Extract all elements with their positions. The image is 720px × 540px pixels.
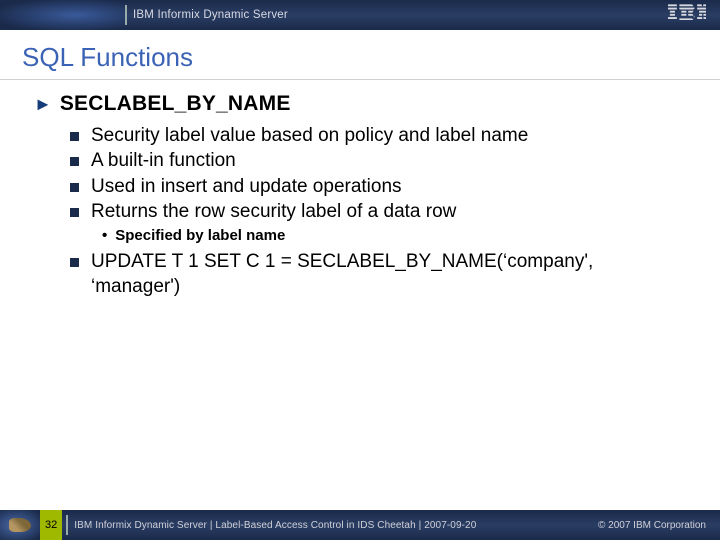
list-item: Specified by label name — [102, 227, 690, 244]
triangle-icon: ► — [34, 94, 52, 115]
footer-accent — [0, 510, 40, 540]
list-item: A built-in function — [70, 149, 690, 173]
bullet-list: UPDATE T 1 SET C 1 = SECLABEL_BY_NAME(‘c… — [70, 250, 690, 299]
list-item: Used in insert and update operations — [70, 175, 690, 199]
sub-bullet-list: Specified by label name — [102, 227, 690, 244]
header-divider — [125, 5, 127, 25]
footer-bar: 32 IBM Informix Dynamic Server | Label-B… — [0, 510, 720, 540]
bullet-list: Security label value based on policy and… — [70, 124, 690, 224]
code-example: UPDATE T 1 SET C 1 = SECLABEL_BY_NAME(‘c… — [91, 250, 611, 299]
square-icon — [70, 157, 79, 166]
bullet-text: Security label value based on policy and… — [91, 124, 528, 148]
slide: IBM Informix Dynamic Server SQL Function… — [0, 0, 720, 540]
ibm-logo-icon — [668, 4, 706, 25]
list-item: Security label value based on policy and… — [70, 124, 690, 148]
square-icon — [70, 183, 79, 192]
bullet-text: Used in insert and update operations — [91, 175, 402, 199]
square-icon — [70, 208, 79, 217]
square-icon — [70, 258, 79, 267]
header-product-name: IBM Informix Dynamic Server — [133, 9, 288, 21]
cheetah-icon — [9, 518, 31, 532]
section-heading: SECLABEL_BY_NAME — [60, 92, 291, 116]
copyright: © 2007 IBM Corporation — [598, 520, 706, 531]
header-bar: IBM Informix Dynamic Server — [0, 0, 720, 30]
footer-divider — [66, 515, 68, 535]
footer-text: IBM Informix Dynamic Server | Label-Base… — [74, 520, 476, 531]
list-item: UPDATE T 1 SET C 1 = SECLABEL_BY_NAME(‘c… — [70, 250, 690, 299]
square-icon — [70, 132, 79, 141]
list-item: Returns the row security label of a data… — [70, 200, 690, 224]
page-number: 32 — [40, 510, 62, 540]
sub-bullet-text: Specified by label name — [115, 227, 285, 244]
section-heading-row: ► SECLABEL_BY_NAME — [34, 92, 690, 116]
header-accent — [0, 0, 125, 30]
slide-title: SQL Functions — [0, 30, 720, 79]
bullet-text: A built-in function — [91, 149, 236, 173]
slide-content: ► SECLABEL_BY_NAME Security label value … — [0, 80, 720, 510]
bullet-text: Returns the row security label of a data… — [91, 200, 456, 224]
page-number-wrap: 32 — [0, 510, 62, 540]
